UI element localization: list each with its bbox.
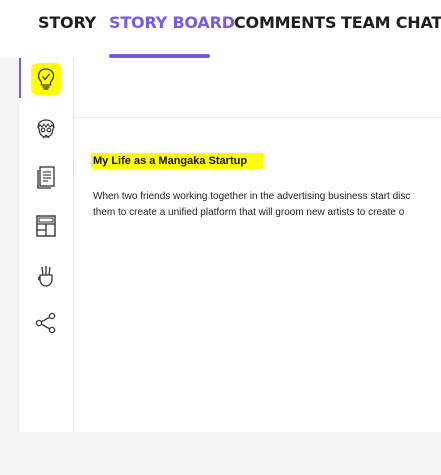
character-icon[interactable] [33, 116, 59, 142]
tab-team-chat[interactable]: TEAM CHAT [341, 13, 441, 32]
tab-story-board[interactable]: STORY BOARD [109, 13, 235, 32]
tool-sidebar [19, 58, 74, 432]
share-icon[interactable] [33, 310, 59, 336]
art-supplies-icon[interactable] [33, 263, 59, 289]
document-icon[interactable] [33, 164, 59, 190]
divider [74, 117, 441, 118]
top-navigation: STORY STORY BOARD COMMENTS TEAM CHAT [0, 0, 441, 58]
synopsis-line: When two friends working together in the… [93, 191, 411, 202]
tab-story[interactable]: STORY [38, 13, 96, 32]
synopsis-line: them to create a unified platform that w… [93, 207, 405, 218]
sidebar-active-indicator [19, 58, 21, 98]
lightbulb-icon[interactable] [33, 66, 59, 92]
storyboard-panels-icon[interactable] [33, 213, 59, 239]
story-title[interactable]: My Life as a Mangaka Startup [91, 153, 264, 169]
story-board-content: My Life as a Mangaka Startup When two fr… [74, 58, 441, 432]
story-synopsis[interactable]: When two friends working together in the… [93, 189, 441, 221]
tab-comments[interactable]: COMMENTS [234, 13, 337, 32]
